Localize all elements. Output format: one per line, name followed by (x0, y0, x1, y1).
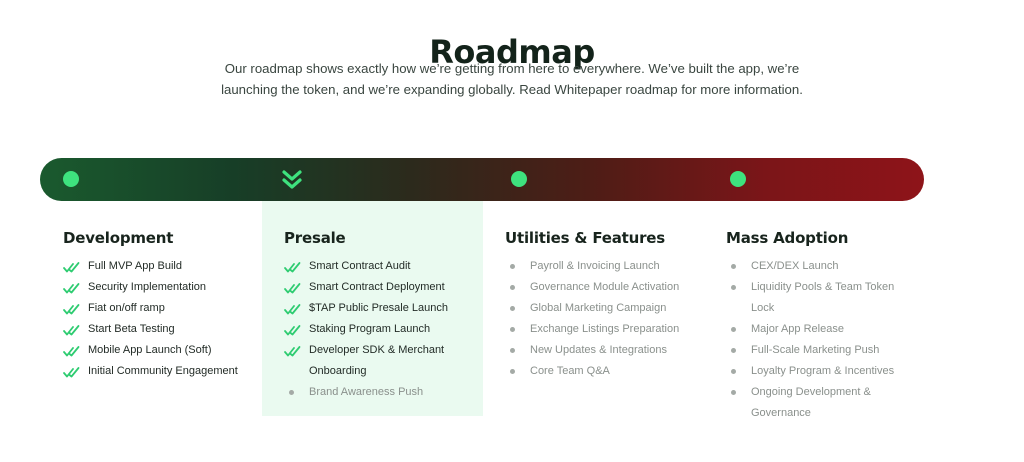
roadmap-item-label: Liquidity Pools & Team Token Lock (751, 281, 895, 314)
roadmap-item-label: Security Implementation (88, 281, 206, 293)
bullet-dot-icon (731, 285, 736, 290)
roadmap-item-label: Global Marketing Campaign (530, 302, 667, 314)
roadmap-item-label: Core Team Q&A (530, 365, 610, 377)
roadmap-item: Start Beta Testing (63, 319, 273, 340)
roadmap-item: Exchange Listings Preparation (505, 319, 715, 340)
phase-title: Mass Adoption (726, 229, 849, 247)
double-check-icon (284, 283, 301, 294)
roadmap-item: Fiat on/off ramp (63, 298, 273, 319)
roadmap-item: Major App Release (726, 319, 906, 340)
chevron-down-icon (282, 170, 302, 189)
double-check-icon (63, 283, 80, 294)
phase-items: Smart Contract Audit Smart Contract Deplo… (284, 256, 494, 403)
bullet-dot-icon (731, 348, 736, 353)
roadmap-item: Full-Scale Marketing Push (726, 340, 906, 361)
roadmap-item-label: Developer SDK & Merchant Onboarding (309, 344, 445, 377)
bullet-dot-icon (510, 264, 515, 269)
phase-column-development: Development Full MVP App Build Security I… (63, 229, 273, 382)
bullet-dot-icon (510, 285, 515, 290)
double-check-icon (63, 367, 80, 378)
phase-marker-mass-adoption (730, 171, 746, 187)
bullet-dot-icon (510, 306, 515, 311)
page-subtitle: Our roadmap shows exactly how we’re gett… (221, 61, 803, 97)
roadmap-item-label: Loyalty Program & Incentives (751, 365, 895, 377)
phase-column-mass-adoption: Mass Adoption CEX/DEX Launch Liquidity Po… (726, 229, 906, 424)
phase-items: CEX/DEX Launch Liquidity Pools & Team Tok… (726, 256, 906, 424)
roadmap-item-label: Fiat on/off ramp (88, 302, 165, 314)
roadmap-item: Developer SDK & Merchant Onboarding (284, 340, 494, 382)
phase-title: Development (63, 229, 174, 247)
phase-column-presale: Presale Smart Contract Audit Smart Contra… (284, 229, 494, 403)
double-check-icon (284, 346, 301, 357)
roadmap-item-label: Major App Release (751, 323, 844, 335)
roadmap-item-label: $TAP Public Presale Launch (309, 302, 449, 314)
roadmap-item-label: Governance Module Activation (530, 281, 680, 293)
roadmap-item: Loyalty Program & Incentives (726, 361, 906, 382)
roadmap-item-label: Full-Scale Marketing Push (751, 344, 880, 356)
double-check-icon (284, 262, 301, 273)
double-check-icon (63, 325, 80, 336)
phase-marker-development (63, 171, 79, 187)
roadmap-item: Governance Module Activation (505, 277, 715, 298)
roadmap-item: Smart Contract Deployment (284, 277, 494, 298)
phase-column-utilities: Utilities & Features Payroll & Invoicing… (505, 229, 715, 382)
roadmap-item-label: Payroll & Invoicing Launch (530, 260, 660, 272)
roadmap-item: Ongoing Development & Governance (726, 382, 906, 424)
double-check-icon (63, 346, 80, 357)
roadmap-item-label: Smart Contract Audit (309, 260, 411, 272)
bullet-dot-icon (510, 327, 515, 332)
roadmap-item-label: CEX/DEX Launch (751, 260, 839, 272)
roadmap-item-label: New Updates & Integrations (530, 344, 667, 356)
roadmap-item: New Updates & Integrations (505, 340, 715, 361)
roadmap-item-label: Initial Community Engagement (88, 365, 238, 377)
bullet-dot-icon (289, 390, 294, 395)
phase-title: Utilities & Features (505, 229, 665, 247)
roadmap-item-label: Staking Program Launch (309, 323, 431, 335)
bullet-dot-icon (731, 264, 736, 269)
roadmap-item: CEX/DEX Launch (726, 256, 906, 277)
double-check-icon (63, 304, 80, 315)
roadmap-item: Smart Contract Audit (284, 256, 494, 277)
roadmap-progress-bar (40, 158, 924, 201)
roadmap-item: Core Team Q&A (505, 361, 715, 382)
roadmap-item: Initial Community Engagement (63, 361, 273, 382)
roadmap-item-label: Full MVP App Build (88, 260, 182, 272)
roadmap-item-label: Mobile App Launch (Soft) (88, 344, 212, 356)
roadmap-item: Brand Awareness Push (284, 382, 494, 403)
roadmap-item: $TAP Public Presale Launch (284, 298, 494, 319)
roadmap-item: Security Implementation (63, 277, 273, 298)
bullet-dot-icon (731, 369, 736, 374)
roadmap-item-label: Exchange Listings Preparation (530, 323, 680, 335)
bullet-dot-icon (510, 369, 515, 374)
double-check-icon (284, 304, 301, 315)
roadmap-item: Mobile App Launch (Soft) (63, 340, 273, 361)
phase-title: Presale (284, 229, 346, 247)
bullet-dot-icon (731, 327, 736, 332)
bullet-dot-icon (731, 390, 736, 395)
roadmap-item-label: Brand Awareness Push (309, 386, 424, 398)
roadmap-item: Staking Program Launch (284, 319, 494, 340)
roadmap-item-label: Smart Contract Deployment (309, 281, 445, 293)
double-check-icon (284, 325, 301, 336)
roadmap-item: Global Marketing Campaign (505, 298, 715, 319)
double-check-icon (63, 262, 80, 273)
phase-items: Payroll & Invoicing Launch Governance Mod… (505, 256, 715, 382)
roadmap-item: Payroll & Invoicing Launch (505, 256, 715, 277)
roadmap-item: Full MVP App Build (63, 256, 273, 277)
roadmap-item: Liquidity Pools & Team Token Lock (726, 277, 906, 319)
roadmap-item-label: Ongoing Development & Governance (751, 386, 871, 419)
phase-marker-utilities (511, 171, 527, 187)
phase-items: Full MVP App Build Security Implementatio… (63, 256, 273, 382)
roadmap-item-label: Start Beta Testing (88, 323, 175, 335)
bullet-dot-icon (510, 348, 515, 353)
